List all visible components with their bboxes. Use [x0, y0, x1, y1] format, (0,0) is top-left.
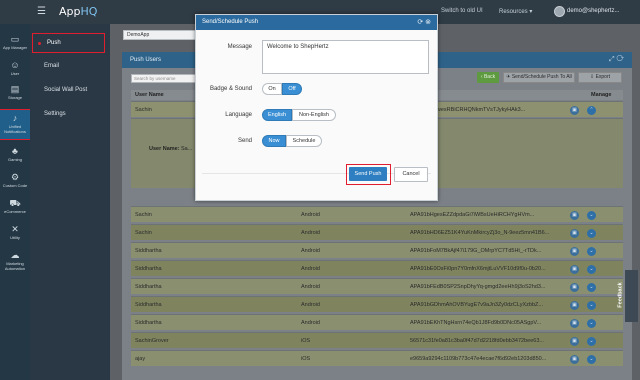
feedback-tab[interactable]: Feedback	[618, 270, 638, 322]
switch-old-ui-link[interactable]: Switch to old UI	[441, 8, 483, 14]
rail-item-gaming[interactable]: ♣ Gaming	[0, 146, 30, 162]
monitor-icon: ▭	[10, 34, 20, 44]
chevron-down-icon[interactable]: ⌄	[587, 337, 596, 346]
dialog-title: Send/Schedule Push	[202, 19, 259, 25]
badge-on-toggle[interactable]: On	[262, 83, 282, 95]
avatar[interactable]	[554, 6, 565, 17]
detail-value: Sa...	[181, 146, 193, 152]
submenu-item-settings[interactable]: Settings	[30, 105, 110, 123]
rail-item-unified-notifications[interactable]: ♪ Unified Notifications	[0, 109, 31, 140]
hamburger-menu-icon[interactable]: ☰	[37, 6, 46, 17]
submenu-item-email[interactable]: Email	[30, 57, 110, 75]
rail-item-marketing-automation[interactable]: ☁ Marketing Automation	[0, 250, 30, 271]
table-row[interactable]: Siddhartha Android APA91bFEdB0SP2SnpDhyY…	[131, 278, 623, 294]
table-row[interactable]: Siddhartha Android APA91bEKhTNgHsrn74eQb…	[131, 314, 623, 330]
user-email[interactable]: demo@shephertz...	[567, 8, 619, 14]
notification-icon[interactable]: ▣	[570, 283, 579, 292]
notification-icon[interactable]: ▣	[570, 265, 579, 274]
megaphone-icon: ☁	[10, 250, 20, 260]
column-user-name: User Name	[135, 92, 164, 98]
language-label: Language	[225, 112, 252, 118]
detail-label: User Name:	[149, 146, 180, 152]
send-label: Send	[237, 138, 252, 144]
dialog-header: Send/Schedule Push ⟳ ⊗	[196, 15, 437, 30]
rail-item-user[interactable]: ☺ User	[0, 60, 30, 76]
icon-rail: ▭ App Manager ☺ User ▤ Storage ♪ Unified…	[0, 24, 31, 380]
rail-item-custom-code[interactable]: ⚙ Custom Code	[0, 172, 30, 188]
notification-icon[interactable]: ▣	[570, 211, 579, 220]
chevron-down-icon[interactable]: ⌄	[587, 355, 596, 364]
message-textarea[interactable]: Welcome to ShepHertz	[262, 40, 429, 74]
rail-item-storage[interactable]: ▤ Storage	[0, 84, 30, 100]
notification-icon[interactable]: ▣	[570, 106, 579, 115]
send-schedule-toggle[interactable]: Schedule	[286, 135, 322, 147]
notification-icon[interactable]: ▣	[570, 355, 579, 364]
rail-item-utility[interactable]: ✕ Utility	[0, 224, 30, 240]
table-row[interactable]: Siddhartha Android APA91bFoM7BkAjf47i179…	[131, 242, 623, 258]
bell-icon: ♪	[12, 113, 18, 123]
table-row[interactable]: Sachin Android APA91bHD6EZ51K4YuKnMkircy…	[131, 224, 623, 240]
send-push-button[interactable]: Send Push	[349, 167, 387, 181]
notification-icon[interactable]: ▣	[570, 247, 579, 256]
panel-title: Push Users	[130, 57, 162, 63]
expand-icon[interactable]: ⤢ ⟳	[609, 52, 624, 68]
wrench-icon: ✕	[11, 224, 19, 234]
notifications-submenu: Push Email Social Wall Post Settings	[30, 24, 110, 380]
message-label: Message	[227, 44, 252, 50]
database-icon: ▤	[10, 84, 20, 94]
chevron-down-icon[interactable]: ⌄	[587, 301, 596, 310]
users-icon: ☺	[10, 60, 20, 70]
notification-icon[interactable]: ▣	[570, 319, 579, 328]
table-row[interactable]: Siddhartha Android APA91bGDhmAhOVBYugE7v…	[131, 296, 623, 312]
column-manage: Manage	[591, 92, 612, 98]
badge-off-toggle[interactable]: Off	[282, 83, 302, 95]
chevron-down-icon[interactable]: ⌄	[587, 265, 596, 274]
language-english-toggle[interactable]: English	[262, 109, 292, 121]
chevron-down-icon[interactable]: ⌄	[587, 229, 596, 238]
gamepad-icon: ♣	[12, 146, 18, 156]
rail-item-ecommerce[interactable]: ⛟ eCommerce	[0, 198, 30, 214]
app-logo[interactable]: AppHQ	[59, 5, 97, 18]
cart-icon: ⛟	[9, 198, 21, 208]
chevron-up-icon[interactable]: ⌃	[587, 106, 596, 115]
back-button[interactable]: ‹ Back	[477, 72, 499, 83]
send-push-button-highlight: Send Push	[346, 164, 391, 185]
app-select[interactable]: DemoApp	[123, 30, 203, 40]
chevron-down-icon[interactable]: ⌄	[587, 211, 596, 220]
send-push-to-all-button[interactable]: ✈ Send/Schedule Push To All	[503, 72, 575, 83]
cancel-button[interactable]: Cancel	[394, 167, 428, 182]
notification-icon[interactable]: ▣	[570, 301, 579, 310]
chevron-down-icon[interactable]: ⌄	[587, 319, 596, 328]
send-now-toggle[interactable]: Now	[262, 135, 286, 147]
notification-icon[interactable]: ▣	[570, 229, 579, 238]
table-row[interactable]: Sachin Android APA91bHgesEZZdpdaGi7iWBsU…	[131, 206, 623, 222]
rail-item-app-manager[interactable]: ▭ App Manager	[0, 34, 30, 50]
code-icon: ⚙	[10, 172, 20, 182]
notification-icon[interactable]: ▣	[570, 337, 579, 346]
language-non-english-toggle[interactable]: Non-English	[292, 109, 336, 121]
submenu-item-push[interactable]: Push	[32, 33, 105, 53]
export-button[interactable]: ⇩ Export	[578, 72, 622, 83]
badge-sound-label: Badge & Sound	[209, 86, 252, 92]
chevron-down-icon[interactable]: ⌄	[587, 247, 596, 256]
close-icon[interactable]: ⟳ ⊗	[417, 15, 431, 30]
table-row[interactable]: SachinGrover iOS 56571c31fe0a81c3ba0f47d…	[131, 332, 623, 348]
submenu-item-social-wall-post[interactable]: Social Wall Post	[30, 81, 110, 99]
resources-menu[interactable]: Resources ▾	[499, 8, 532, 15]
chevron-down-icon[interactable]: ⌄	[587, 283, 596, 292]
table-row[interactable]: ajay iOS e9659a9294c1109b773c47e4ecae7f6…	[131, 350, 623, 366]
table-row[interactable]: Siddhartha Android APA91bE0OsFi0pn7Y0mfn…	[131, 260, 623, 276]
